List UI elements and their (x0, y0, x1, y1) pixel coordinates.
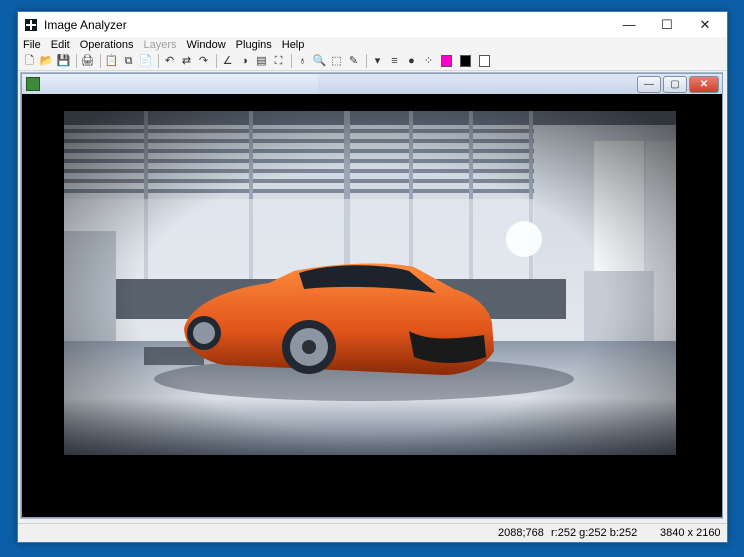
image-maximize-button[interactable]: ▢ (663, 76, 687, 93)
toolbar-separator (366, 54, 367, 68)
status-bar: 2088;768 r:252 g:252 b:252 3840 x 2160 (18, 523, 727, 542)
image-canvas[interactable] (22, 94, 722, 517)
image-icon (26, 77, 40, 91)
paste-icon[interactable]: 📋 (104, 54, 119, 69)
dropdown-arrow-icon[interactable]: ▾ (370, 54, 385, 69)
cursor-coordinates: 2088;768 (498, 527, 544, 539)
contrast-icon[interactable]: ◑ (237, 54, 252, 69)
pin-icon[interactable]: ♁ (295, 54, 310, 69)
swap-icon[interactable]: ⇄ (179, 54, 194, 69)
menu-layers: Layers (143, 38, 177, 51)
menu-bar: File Edit Operations Layers Window Plugi… (18, 37, 727, 52)
toolbar-separator (100, 54, 101, 68)
open-folder-icon[interactable]: 📂 (39, 54, 54, 69)
background-color-swatch[interactable] (479, 55, 490, 67)
save-icon[interactable]: 💾 (56, 54, 71, 69)
image-window-titlebar: — ▢ ✕ (22, 74, 722, 94)
image-dimensions: 3840 x 2160 (660, 527, 721, 539)
close-button[interactable]: ✕ (688, 12, 722, 37)
select-icon[interactable]: ⬚ (329, 54, 344, 69)
clipboard-icon[interactable]: 📄 (138, 54, 153, 69)
photo-svg (64, 111, 676, 455)
print-icon[interactable]: 🖨 (80, 54, 95, 69)
copy-icon[interactable]: ⧉ (121, 54, 136, 69)
toolbar: 🗋 📂 💾 🖨 📋 ⧉ 📄 ↶ ⇄ ↷ ∠ ◑ ▤ ⛶ ♁ 🔍 ⬚ ✎ ▾ ≡ … (18, 52, 727, 71)
zoom-icon[interactable]: 🔍 (312, 54, 327, 69)
menu-help[interactable]: Help (282, 39, 305, 51)
toolbar-separator (158, 54, 159, 68)
image-window-tab[interactable] (22, 74, 318, 94)
menu-plugins[interactable]: Plugins (236, 39, 272, 51)
app-icon (25, 18, 37, 31)
image-window: — ▢ ✕ (21, 73, 723, 518)
minimize-button[interactable]: — (612, 12, 646, 37)
undo-icon[interactable]: ↶ (162, 54, 177, 69)
redo-icon[interactable]: ↷ (196, 54, 211, 69)
menu-edit[interactable]: Edit (51, 39, 70, 51)
window-title: Image Analyzer (44, 17, 127, 32)
toolbar-separator (291, 54, 292, 68)
maximize-button[interactable]: ☐ (650, 12, 684, 37)
app-window: Image Analyzer — ☐ ✕ File Edit Operation… (17, 11, 728, 543)
title-bar: Image Analyzer — ☐ ✕ (18, 12, 727, 37)
pixel-rgb-value: r:252 g:252 b:252 (551, 527, 638, 539)
menu-file[interactable]: File (23, 39, 41, 51)
toolbar-separator (76, 54, 77, 68)
fit-icon[interactable]: ⛶ (271, 54, 286, 69)
mdi-area: — ▢ ✕ (20, 72, 723, 519)
menu-window[interactable]: Window (187, 39, 226, 51)
line-width-icon[interactable]: ≡ (387, 54, 402, 69)
toolbar-separator (216, 54, 217, 68)
image-close-button[interactable]: ✕ (689, 76, 719, 93)
photo-car-showroom (64, 111, 676, 455)
pen-icon[interactable]: ✎ (346, 54, 361, 69)
primary-color-swatch[interactable] (441, 55, 452, 67)
dots-icon[interactable]: ⁘ (421, 54, 436, 69)
image-minimize-button[interactable]: — (637, 76, 661, 93)
new-file-icon[interactable]: 🗋 (22, 54, 37, 69)
secondary-color-swatch[interactable] (460, 55, 471, 67)
curve-icon[interactable]: ∠ (220, 54, 235, 69)
layers-icon[interactable]: ▤ (254, 54, 269, 69)
menu-operations[interactable]: Operations (80, 39, 134, 51)
brush-icon[interactable]: ● (404, 54, 419, 69)
